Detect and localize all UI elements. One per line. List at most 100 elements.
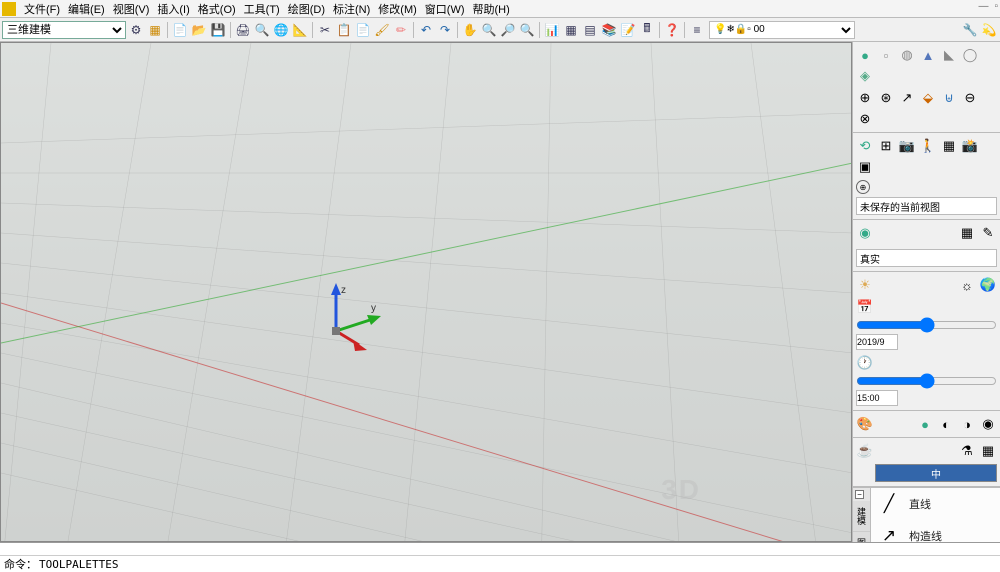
visual-style-input[interactable] xyxy=(856,249,997,267)
toolbar-designcenter-icon[interactable]: ▦ xyxy=(562,21,580,39)
panel-camera-icon[interactable]: 📷 xyxy=(898,137,916,155)
render-preset-swatch[interactable]: 中 xyxy=(875,464,997,482)
panel-visual-icon[interactable]: ◉ xyxy=(856,224,874,242)
restore-button[interactable]: ▫ xyxy=(994,1,998,12)
panel-sphere-icon[interactable]: ● xyxy=(856,46,874,64)
toolbar-sheetset-icon[interactable]: 📚 xyxy=(600,21,618,39)
toolbar-toolpalette-icon[interactable]: ▤ xyxy=(581,21,599,39)
tool-palette: − 建模 图案 ╱ 直线 ↗ 构造线 ⤴ 多段线 ⬠ xyxy=(853,487,1000,542)
toolbar-zoom-prev-icon[interactable]: 🔍 xyxy=(518,21,536,39)
menu-tools[interactable]: 工具(T) xyxy=(240,1,284,17)
panel-intersect-icon[interactable]: ⊗ xyxy=(856,110,874,128)
time-slider[interactable] xyxy=(856,375,997,387)
panel-viewport-icon[interactable]: ▦ xyxy=(940,137,958,155)
minimize-button[interactable]: — xyxy=(978,1,988,12)
date-slider[interactable] xyxy=(856,319,997,331)
toolbar-open-icon[interactable]: 📂 xyxy=(190,21,208,39)
menu-dimension[interactable]: 标注(N) xyxy=(329,1,374,17)
command-history[interactable] xyxy=(0,543,1000,556)
toolbar-match-icon[interactable]: 🖌 xyxy=(373,21,391,39)
view-name-input[interactable] xyxy=(856,197,997,215)
panel-render-env-icon[interactable]: ▦ xyxy=(979,442,997,460)
panel-pyramid-icon[interactable]: ◈ xyxy=(856,67,874,85)
panel-mat-1-icon[interactable]: ● xyxy=(916,415,934,433)
toolbar-plot-icon[interactable]: 📐 xyxy=(291,21,309,39)
toolbar-new-icon[interactable]: 📄 xyxy=(171,21,189,39)
date-input[interactable] xyxy=(856,334,898,350)
toolbar-calc-icon[interactable]: 🖩 xyxy=(638,21,656,39)
toolbar-layer-state-icon[interactable]: 💫 xyxy=(980,21,998,39)
toolbar-help-icon[interactable]: ❓ xyxy=(663,21,681,39)
toolbar-preview-icon[interactable]: 🔍 xyxy=(253,21,271,39)
panel-views-icon[interactable]: ⊞ xyxy=(877,137,895,155)
panel-materials-icon[interactable]: 🎨 xyxy=(856,415,874,433)
time-input[interactable] xyxy=(856,390,898,406)
panel-capture-icon[interactable]: 📸 xyxy=(961,137,979,155)
panel-time-icon[interactable]: 🕐 xyxy=(856,354,874,372)
toolbar-pan-icon[interactable]: ✋ xyxy=(461,21,479,39)
panel-render-main-icon[interactable]: ☕ xyxy=(856,442,874,460)
panel-render-icon[interactable]: ▣ xyxy=(856,158,874,176)
panel-box-icon[interactable]: ▫ xyxy=(877,46,895,64)
panel-cone-icon[interactable]: ▲ xyxy=(919,46,937,64)
panel-style-manage-icon[interactable]: ▦ xyxy=(958,224,976,242)
palette-item-xline[interactable]: ↗ 构造线 xyxy=(871,520,1000,542)
toolbar-eraser-icon[interactable]: ✏ xyxy=(392,21,410,39)
panel-date-icon[interactable]: 📅 xyxy=(856,298,874,316)
palette-item-line[interactable]: ╱ 直线 xyxy=(871,488,1000,520)
toolbar-publish-icon[interactable]: 🌐 xyxy=(272,21,290,39)
workspace-dropdown[interactable]: 三维建模 xyxy=(2,21,126,39)
palette-tab-modeling[interactable]: 建模 xyxy=(853,501,870,532)
menu-insert[interactable]: 插入(I) xyxy=(153,1,193,17)
menu-view[interactable]: 视图(V) xyxy=(109,1,154,17)
menu-help[interactable]: 帮助(H) xyxy=(469,1,514,17)
panel-sun-edit-icon[interactable]: ☼ xyxy=(958,276,976,294)
toolbar-properties-icon[interactable]: 📊 xyxy=(543,21,561,39)
panel-union-icon[interactable]: ⊎ xyxy=(940,89,958,107)
toolbar-paste-icon[interactable]: 📄 xyxy=(354,21,372,39)
toolbar-layers-icon[interactable]: ≡ xyxy=(688,21,706,39)
panel-torus-icon[interactable]: ◯ xyxy=(961,46,979,64)
command-line[interactable]: 命令： TOOLPALETTES xyxy=(0,556,1000,572)
menu-window[interactable]: 窗口(W) xyxy=(421,1,469,17)
panel-loft-icon[interactable]: ⬙ xyxy=(919,89,937,107)
panel-mat-2-icon[interactable]: ◐ xyxy=(937,415,955,433)
panel-mat-4-icon[interactable]: ◉ xyxy=(979,415,997,433)
palette-collapse-button[interactable]: − xyxy=(855,490,864,499)
toolbar-print-icon[interactable]: 🖨 xyxy=(234,21,252,39)
panel-orbit-icon[interactable]: ⟲ xyxy=(856,137,874,155)
toolbar-grid-icon[interactable]: ▦ xyxy=(146,21,164,39)
panel-subtract-icon[interactable]: ⊖ xyxy=(961,89,979,107)
toolbar-copy-icon[interactable]: 📋 xyxy=(335,21,353,39)
toolbar-undo-icon[interactable]: ↶ xyxy=(417,21,435,39)
command-text: TOOLPALETTES xyxy=(39,558,118,571)
panel-style-edit-icon[interactable]: ✎ xyxy=(979,224,997,242)
panel-wedge-icon[interactable]: ◣ xyxy=(940,46,958,64)
panel-render-opt-icon[interactable]: ⚗ xyxy=(958,442,976,460)
toolbar-gear-icon[interactable]: ⚙ xyxy=(127,21,145,39)
panel-cylinder-icon[interactable]: ◍ xyxy=(898,46,916,64)
panel-sun-icon[interactable]: ☀ xyxy=(856,276,874,294)
layer-dropdown[interactable]: 💡❄🔒▫ 00 xyxy=(709,21,855,39)
toolbar-markup-icon[interactable]: 📝 xyxy=(619,21,637,39)
palette-tab-hatch[interactable]: 图案 xyxy=(853,532,870,542)
toolbar-redo-icon[interactable]: ↷ xyxy=(436,21,454,39)
x-axis-line xyxy=(1,303,851,541)
menu-file[interactable]: 文件(F) xyxy=(20,1,64,17)
menu-format[interactable]: 格式(O) xyxy=(194,1,240,17)
toolbar-save-icon[interactable]: 💾 xyxy=(209,21,227,39)
menu-modify[interactable]: 修改(M) xyxy=(374,1,421,17)
panel-location-icon[interactable]: 🌍 xyxy=(979,276,997,294)
panel-extrude-icon[interactable]: ⊕ xyxy=(856,89,874,107)
viewport-3d[interactable]: z y 3D xyxy=(0,42,852,542)
toolbar-cut-icon[interactable]: ✂ xyxy=(316,21,334,39)
toolbar-zoom-realtime-icon[interactable]: 🔍 xyxy=(480,21,498,39)
panel-walk-icon[interactable]: 🚶 xyxy=(919,137,937,155)
panel-sweep-icon[interactable]: ↗ xyxy=(898,89,916,107)
panel-revolve-icon[interactable]: ⊛ xyxy=(877,89,895,107)
toolbar-layer-prev-icon[interactable]: 🔧 xyxy=(961,21,979,39)
menu-draw[interactable]: 绘图(D) xyxy=(284,1,329,17)
panel-mat-3-icon[interactable]: ◑ xyxy=(958,415,976,433)
toolbar-zoom-window-icon[interactable]: 🔎 xyxy=(499,21,517,39)
menu-edit[interactable]: 编辑(E) xyxy=(64,1,109,17)
